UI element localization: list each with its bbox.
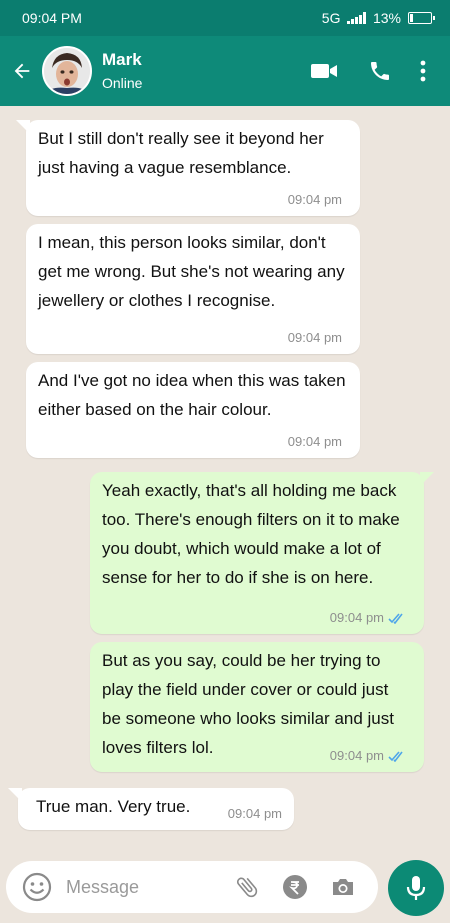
camera-button[interactable] xyxy=(328,872,358,902)
message-time: 09:04 pm xyxy=(287,434,342,449)
more-vert-icon xyxy=(420,60,426,82)
message-time: 09:04 pm xyxy=(227,806,282,821)
message-text: But as you say, could be her trying to p… xyxy=(102,651,394,757)
chat-area[interactable]: But I still don't really see it beyond h… xyxy=(0,106,450,854)
payment-button[interactable] xyxy=(280,872,310,902)
message-bubble[interactable]: But as you say, could be her trying to p… xyxy=(90,642,424,772)
emoji-button[interactable] xyxy=(20,870,54,904)
contact-name: Mark xyxy=(102,50,142,69)
voice-call-button[interactable] xyxy=(352,43,408,99)
double-check-icon xyxy=(388,613,403,624)
back-arrow-icon xyxy=(14,63,30,79)
message-time: 09:04 pm xyxy=(330,610,406,626)
chat-header: Mark Online xyxy=(0,36,450,106)
contact-status: Online xyxy=(102,75,143,91)
message-text: But I still don't really see it beyond h… xyxy=(38,129,324,177)
avatar[interactable] xyxy=(42,46,92,96)
status-time: 09:04 PM xyxy=(22,10,82,26)
battery-percent: 13% xyxy=(372,10,401,26)
network-type: 5G xyxy=(321,10,341,26)
mic-button[interactable] xyxy=(388,860,444,916)
emoji-icon xyxy=(22,872,52,902)
message-input-bar xyxy=(0,854,450,923)
status-bar: 09:04 PM 5G 13% xyxy=(0,0,450,36)
mic-icon xyxy=(406,876,426,900)
message-time: 09:04 pm xyxy=(330,748,406,764)
message-text: I mean, this person looks similar, don't… xyxy=(38,233,345,310)
attach-icon xyxy=(236,877,258,898)
status-indicators: 5G 13% xyxy=(321,10,435,26)
message-bubble[interactable]: True man. Very true. 09:04 pm xyxy=(8,788,294,830)
message-input-container xyxy=(6,861,378,913)
battery-icon xyxy=(408,12,435,24)
phone-icon xyxy=(371,62,389,80)
message-time: 09:04 pm xyxy=(287,192,342,207)
rupee-payment-icon xyxy=(283,875,307,899)
message-bubble[interactable]: But I still don't really see it beyond h… xyxy=(16,120,360,216)
message-input[interactable] xyxy=(66,876,226,898)
message-bubble[interactable]: Yeah exactly, that's all holding me back… xyxy=(90,472,434,634)
camera-icon xyxy=(333,879,353,895)
message-time: 09:04 pm xyxy=(287,330,342,345)
contact-info[interactable]: Mark Online xyxy=(102,49,296,93)
message-bubble[interactable]: And I've got no idea when this was taken… xyxy=(26,362,360,458)
more-options-button[interactable] xyxy=(408,43,438,99)
attach-button[interactable] xyxy=(232,872,262,902)
message-text: Yeah exactly, that's all holding me back… xyxy=(102,481,400,587)
header-actions xyxy=(296,43,438,99)
double-check-icon xyxy=(388,751,403,762)
video-call-button[interactable] xyxy=(296,43,352,99)
avatar-image xyxy=(44,48,90,94)
message-bubble[interactable]: I mean, this person looks similar, don't… xyxy=(26,224,360,354)
signal-icon xyxy=(347,12,366,24)
message-text: And I've got no idea when this was taken… xyxy=(38,371,346,419)
video-call-icon xyxy=(311,64,337,78)
back-button[interactable] xyxy=(2,36,42,106)
